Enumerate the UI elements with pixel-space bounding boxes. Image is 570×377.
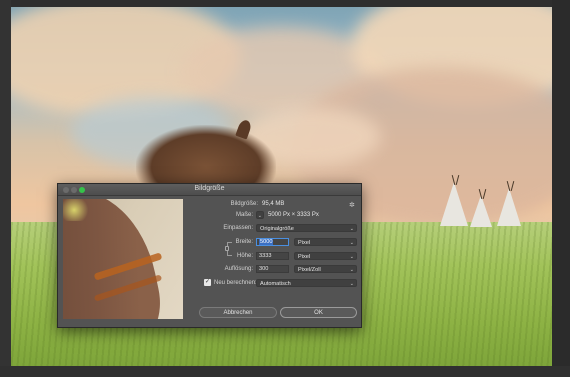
width-unit-dropdown[interactable]: Pixel ⌄ bbox=[294, 238, 357, 246]
image-size-dialog: Bildgröße Bildgröße: 95,4 MB ✲ Maße: ⌄ 5… bbox=[57, 183, 362, 328]
chevron-down-icon: ⌄ bbox=[349, 281, 354, 287]
height-unit-value: Pixel bbox=[298, 254, 311, 260]
tipi bbox=[497, 188, 521, 226]
window-left-border bbox=[0, 0, 11, 377]
resolution-unit-value: Pixel/Zoll bbox=[298, 267, 321, 273]
chevron-down-icon: ⌄ bbox=[349, 226, 354, 232]
width-label: Breite: bbox=[235, 239, 253, 245]
height-unit-dropdown[interactable]: Pixel ⌄ bbox=[294, 252, 357, 260]
image-size-label: Bildgröße: bbox=[230, 201, 258, 207]
tipi bbox=[440, 182, 468, 226]
resample-dropdown-value: Automatisch bbox=[260, 281, 291, 287]
dialog-title: Bildgröße bbox=[194, 185, 225, 192]
resolution-label: Auflösung: bbox=[224, 266, 253, 272]
fit-dropdown[interactable]: Originalgröße ⌄ bbox=[256, 224, 357, 232]
resolution-input[interactable]: 300 bbox=[256, 265, 289, 273]
resample-dropdown[interactable]: Automatisch ⌄ bbox=[256, 279, 357, 287]
height-label: Höhe: bbox=[236, 253, 253, 259]
dimensions-label: Maße: bbox=[235, 212, 253, 218]
fit-dropdown-value: Originalgröße bbox=[260, 226, 294, 232]
dimensions-value: 5000 Px × 3333 Px bbox=[268, 212, 319, 218]
resolution-unit-dropdown[interactable]: Pixel/Zoll ⌄ bbox=[294, 265, 357, 273]
image-size-value: 95,4 MB bbox=[262, 201, 285, 207]
window-top-bar bbox=[0, 0, 570, 7]
chain-link-icon[interactable] bbox=[225, 246, 229, 251]
gear-icon[interactable]: ✲ bbox=[349, 201, 355, 209]
width-input[interactable]: 5000 bbox=[256, 238, 289, 246]
window-bottom-border bbox=[0, 366, 570, 377]
preview-highlight bbox=[63, 199, 91, 221]
resample-checkbox[interactable]: ✓ bbox=[204, 279, 211, 286]
image-preview[interactable] bbox=[63, 199, 183, 319]
chevron-down-icon: ⌄ bbox=[349, 267, 354, 273]
window-right-border bbox=[552, 0, 570, 377]
chevron-down-icon: ⌄ bbox=[257, 213, 262, 219]
dimensions-unit-dropdown[interactable]: ⌄ bbox=[256, 211, 264, 219]
dialog-titlebar[interactable]: Bildgröße bbox=[58, 184, 361, 196]
width-unit-value: Pixel bbox=[298, 240, 311, 246]
cancel-button[interactable]: Abbrechen bbox=[199, 307, 277, 318]
height-input[interactable]: 3333 bbox=[256, 252, 289, 260]
chevron-down-icon: ⌄ bbox=[349, 240, 354, 246]
fit-label: Einpassen: bbox=[223, 225, 253, 231]
resample-label: Neu berechnen: bbox=[214, 280, 257, 286]
chevron-down-icon: ⌄ bbox=[349, 254, 354, 260]
tipi bbox=[470, 195, 492, 227]
ok-button[interactable]: OK bbox=[280, 307, 357, 318]
